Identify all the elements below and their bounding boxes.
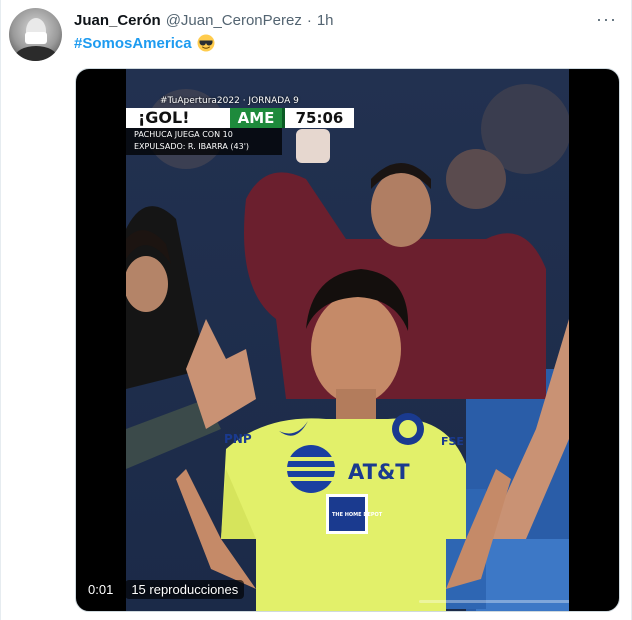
tweet-card: Juan_Cerón @Juan_CeronPerez · 1h ··· #So…: [0, 0, 632, 620]
scorebug-info: PACHUCA JUEGA CON 10 EXPULSADO: R. IBARR…: [126, 128, 282, 155]
more-options-icon[interactable]: ···: [596, 9, 617, 30]
scorebug-info-line-2: EXPULSADO: R. IBARRA (43'): [134, 142, 250, 151]
sunglasses-emoji-icon: [197, 34, 215, 52]
jersey-left-chest-text: PNP: [224, 432, 252, 446]
scorebug-banner: #TuApertura2022 · JORNADA 9: [160, 96, 299, 106]
video-elapsed-time: 0:01: [88, 581, 114, 597]
jersey-badge-text: THE HOME DEPOT: [332, 512, 383, 518]
separator-dot: ·: [306, 11, 312, 29]
avatar[interactable]: [9, 8, 62, 61]
scorebug-event: ¡GOL!: [126, 108, 230, 128]
tweet-header: Juan_Cerón @Juan_CeronPerez · 1h: [74, 10, 334, 30]
tweet-text: #SomosAmerica: [74, 34, 215, 52]
view-count: 15 reproducciones: [125, 579, 245, 599]
scorebug-team: AME: [230, 108, 282, 128]
display-name[interactable]: Juan_Cerón: [74, 12, 161, 29]
timestamp[interactable]: 1h: [317, 12, 334, 29]
video-overlay: 0:01 15 reproducciones: [88, 579, 245, 599]
jersey-sponsor-text: AT&T: [348, 460, 410, 484]
video-progress-bar[interactable]: [419, 600, 569, 603]
hashtag-link[interactable]: #SomosAmerica: [74, 35, 192, 52]
user-handle[interactable]: @Juan_CeronPerez: [166, 12, 302, 29]
jersey-sleeve-text: FSE: [441, 435, 464, 448]
video-frame[interactable]: AT&T PNP FSE THE HOME DEPOT #TuApertura2…: [126, 69, 569, 611]
scorebug: #TuApertura2022 · JORNADA 9 ¡GOL! AME 75…: [126, 95, 354, 155]
scorebug-info-line-1: PACHUCA JUEGA CON 10: [134, 130, 233, 139]
video-player[interactable]: AT&T PNP FSE THE HOME DEPOT #TuApertura2…: [75, 68, 620, 612]
scorebug-clock: 75:06: [282, 108, 354, 128]
